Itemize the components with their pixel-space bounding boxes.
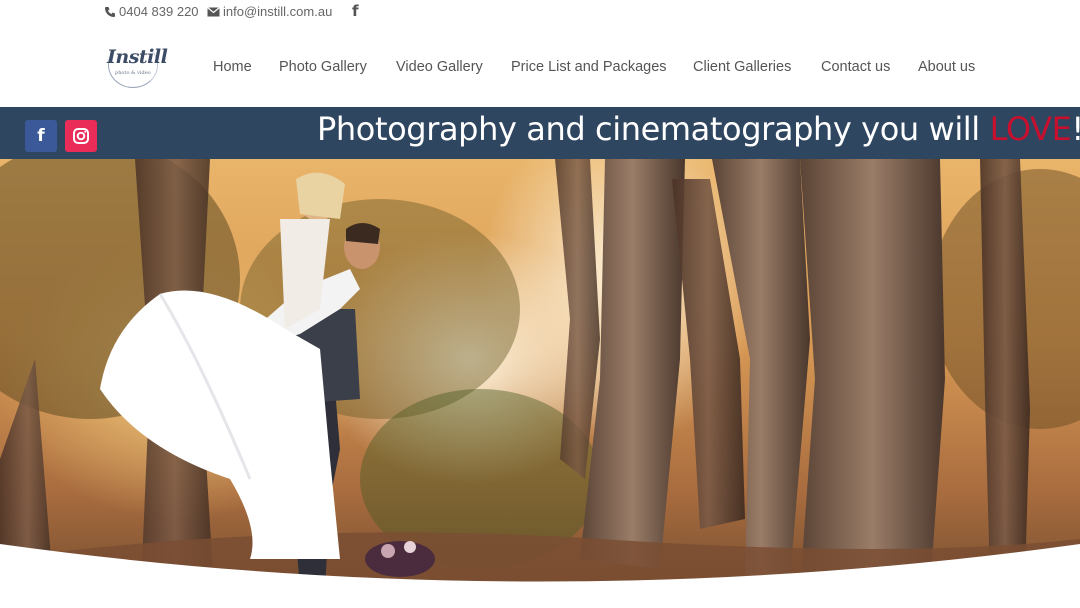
tagline-banner: f Photography and cinematography you wil… [0,107,1080,159]
tagline-text: Photography and cinematography you will … [317,110,1080,148]
facebook-icon: f [37,126,45,146]
instagram-social-button[interactable] [65,120,97,152]
facebook-icon[interactable]: f [352,2,359,20]
nav-item-home[interactable]: Home [213,59,252,75]
email-icon [207,6,220,16]
nav-item-video-gallery[interactable]: Video Gallery [396,59,483,75]
tagline-suffix: ! [1071,110,1080,148]
email-contact[interactable]: info@instill.com.au [207,4,332,19]
phone-contact[interactable]: 0404 839 220 [104,4,199,19]
instagram-icon [73,128,89,144]
tagline-highlight: LOVE [989,110,1072,148]
main-nav: Home Photo Gallery Video Gallery Price L… [0,59,1080,79]
nav-item-client-galleries[interactable]: Client Galleries [693,59,791,75]
top-contact-bar: 0404 839 220 info@instill.com.au f [0,0,1080,26]
phone-icon [105,6,115,17]
site-header: Instill photo & video Home Photo Gallery… [0,26,1080,107]
phone-number: 0404 839 220 [119,4,199,19]
wedding-couple-forest-photo [0,159,1080,608]
facebook-social-button[interactable]: f [25,120,57,152]
tagline-prefix: Photography and cinematography you will [317,110,990,148]
nav-item-about-us[interactable]: About us [918,59,975,75]
hero-image [0,159,1080,608]
nav-item-price-list[interactable]: Price List and Packages [511,59,667,75]
nav-item-contact-us[interactable]: Contact us [821,59,890,75]
nav-item-photo-gallery[interactable]: Photo Gallery [279,59,367,75]
email-address: info@instill.com.au [223,4,333,19]
